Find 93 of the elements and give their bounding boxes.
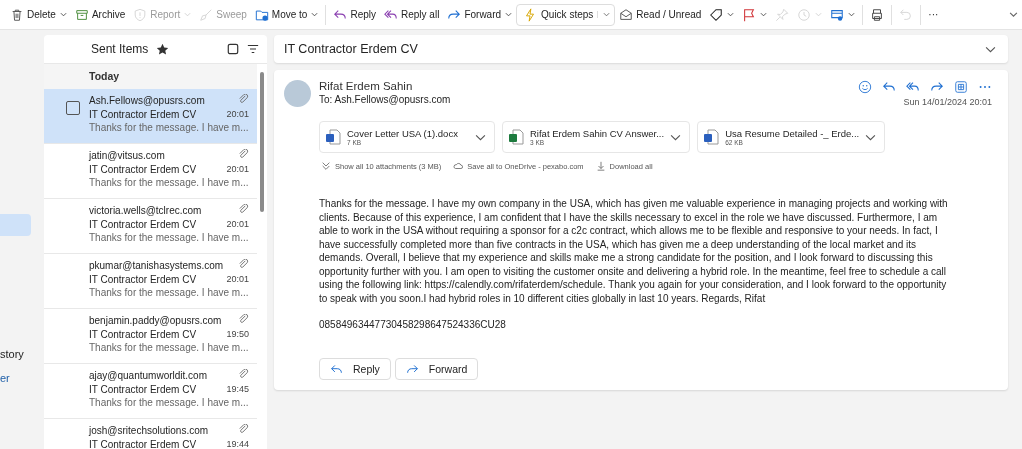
message-item[interactable]: Ash.Fellows@opusrs.com IT Contractor Erdem CV 20:01 Thanks for the message. I have m... [44,89,257,144]
reply-all-icon[interactable] [906,80,920,94]
forward-button[interactable]: Forward [394,358,479,380]
preview-text: Thanks for the message. I have m... [89,341,249,355]
time: 20:01 [226,219,249,230]
sender: ajay@quantumworldit.com [89,370,207,382]
message-body: Thanks for the message. I have my own company in the USA, which has given me valuable experience in managing projects and working with clients. Because of this experience, I am confident that I have the skills necessary to excel in the role we have discussed. Furthermore, I am able to work in the USA without requiring a sponsor for a c2c contract, which allows me to be flexible and responsive to your needs. In fact, I have successfully completed more than five contracts in the USA, which has given me a deep understanding of the local market and its demands. Overall, I believe that my experience and skills make me a strong candidate for the position, and I look forward to discussing this opportunity further with you. I am open to visiting the customer onsite and delivering a hybrid role. In the meantime, feel free to schedule a call using the following link: https://calendly.com/rifaterdem/schedule. Thank you again for your consideration, and I look forward to the opportunity to speak with you soon.I had hybrid roles in 10 different cities globally in last 10 years. Regards, Rifat [319,197,949,305]
avatar [284,80,311,107]
caret-icon [603,11,611,18]
subject-title: IT Contractor Erdem CV [284,42,419,56]
preview-text: Thanks for the message. I have m... [89,231,249,245]
star-icon[interactable] [156,42,170,56]
time: 20:01 [226,109,249,120]
filter-icon[interactable] [247,43,259,55]
paperclip-icon [238,149,249,161]
reply-button[interactable]: Reply [319,358,391,380]
toolbar-button[interactable]: ··· [924,6,943,23]
subject: IT Contractor Erdem CV [89,438,197,449]
recipient: Ash.Fellows@opusrs.com [334,94,451,105]
paperclip-icon [238,204,249,216]
scrollbar-thumb[interactable] [260,72,264,212]
forward-icon[interactable] [930,80,944,94]
preview-text: Thanks for the message. I have m... [89,121,249,135]
caret-icon [727,11,735,18]
select-icon[interactable] [227,43,239,55]
sender: jatin@vitsus.com [89,150,165,162]
sender: benjamin.paddy@opusrs.com [89,315,222,327]
paperclip-icon [238,94,249,106]
caret-icon [815,11,823,18]
to-label: To: [319,94,333,105]
message-item[interactable]: jatin@vitsus.com IT Contractor Erdem CV 20:01 Thanks for the message. I have m... [44,144,257,199]
quick-steps-button[interactable]: Quick steps [516,3,616,26]
subject: IT Contractor Erdem CV [89,163,197,175]
file-name: Rifat Erdem Sahin CV Answer... [530,128,665,139]
toolbar-button[interactable]: Read / Unread [615,4,706,25]
cloud-icon [453,161,464,171]
subject: IT Contractor Erdem CV [89,383,197,395]
message-item[interactable]: pkumar@tanishasystems.com IT Contractor Erdem CV 20:01 Thanks for the message. I have m... [44,254,257,309]
smiley-icon[interactable] [858,80,872,94]
toolbar-button[interactable]: Archive [70,4,130,25]
preview-text: Thanks for the message. I have m... [89,286,249,300]
grid-icon[interactable] [954,80,968,94]
nav-link[interactable]: er [0,367,44,389]
sender: josh@sritechsolutions.com [89,425,209,437]
nav-item[interactable]: story [0,343,44,365]
folder-title: Sent Items [91,42,149,56]
sender-name: Rifat Erdem Sahin [319,80,414,92]
message-item[interactable]: benjamin.paddy@opusrs.com IT Contractor Erdem CV 19:50 Thanks for the message. I have m... [44,309,257,364]
caret-icon [59,11,67,18]
preview-text: Thanks for the message. I have m... [89,176,249,190]
caret-icon [184,11,192,18]
sender: pkumar@tanishasystems.com [89,260,224,272]
toolbar-button[interactable]: Forward [443,4,517,25]
file-name: Cover Letter USA (1).docx [347,128,459,139]
message-item[interactable]: ajay@quantumworldit.com IT Contractor Erdem CV 19:45 Thanks for the message. I have m... [44,364,257,419]
group-header: Today [44,64,257,89]
reply-icon[interactable] [882,80,896,94]
date: Sun 14/01/2024 20:01 [903,97,992,107]
reply-icon [330,362,343,376]
caret-icon [505,11,513,18]
subject: IT Contractor Erdem CV [89,328,197,340]
quick-steps-label: Quick steps [541,9,594,20]
double-chevron-icon [321,161,331,171]
message-item[interactable]: victoria.wells@tclrec.com IT Contractor Erdem CV 20:01 Thanks for the message. I have m... [44,199,257,254]
time: 19:45 [226,384,249,395]
paperclip-icon [238,369,249,381]
caret-icon [760,11,768,18]
paperclip-icon [238,259,249,271]
file-name: Usa Resume Detailed -_ Erde... [725,128,860,139]
message-item[interactable]: josh@sritechsolutions.com IT Contractor Erdem CV 19:44 [44,419,257,449]
time: 19:44 [226,439,249,449]
time: 19:50 [226,329,249,340]
time: 20:01 [226,274,249,285]
subject: IT Contractor Erdem CV [89,218,197,230]
forward-icon [405,362,419,376]
subject: IT Contractor Erdem CV [89,273,197,285]
toolbar-button[interactable]: Reply [329,4,380,25]
preview-text: Thanks for the message. I have m... [89,396,249,410]
caret-icon [311,11,319,18]
sender: Ash.Fellows@opusrs.com [89,95,205,107]
toolbar-button[interactable]: Reply all [380,4,444,25]
caret-icon [848,11,856,18]
download-icon [595,161,606,171]
message-code: 08584963447730458298647524336CU28 [319,319,507,330]
toolbar-button[interactable]: Delete [6,4,71,25]
sender: victoria.wells@tclrec.com [89,205,202,217]
subject: IT Contractor Erdem CV [89,108,197,120]
paperclip-icon [238,314,249,326]
time: 20:01 [226,164,249,175]
paperclip-icon [238,424,249,436]
toolbar-button[interactable]: Move to [250,4,323,25]
checkbox[interactable] [66,101,80,115]
chevron-down-icon[interactable] [1009,10,1018,19]
